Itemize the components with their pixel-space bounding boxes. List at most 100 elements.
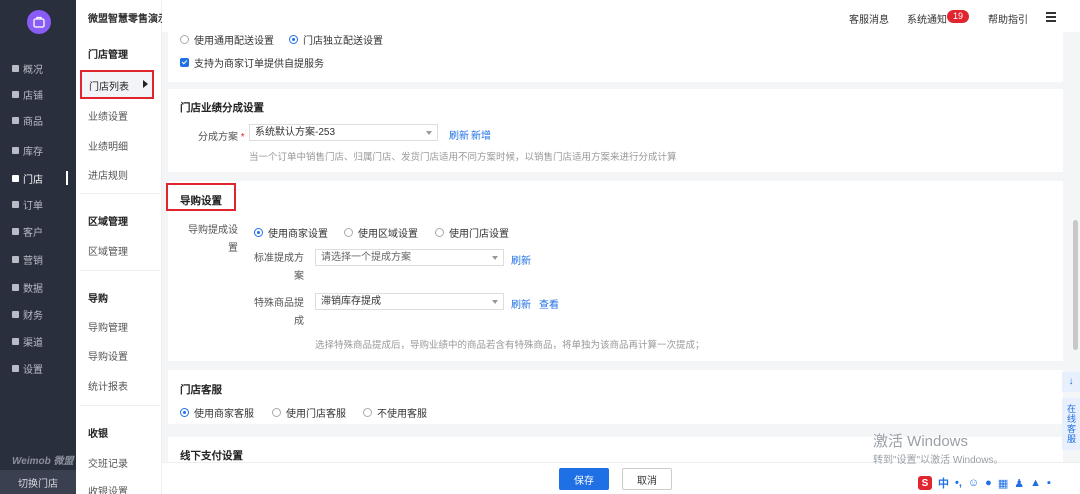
split-plan-label: 分成方案 * <box>198 132 245 143</box>
save-button[interactable]: 保存 <box>559 468 609 490</box>
special-commission-label: 特殊商品提成 <box>254 298 304 327</box>
subnav-item-perf-detail[interactable]: 业绩明细 <box>88 138 128 153</box>
brand-logo: Weimob 微盟 <box>12 456 74 467</box>
nav-item-overview[interactable]: 概况 <box>12 61 43 76</box>
subnav-divider <box>80 405 160 406</box>
chevron-down-icon <box>426 131 432 135</box>
main-nav: 概况 店铺 商品 库存 门店 订单 客户 营销 数据 财务 渠道 设置 Weim… <box>0 0 76 494</box>
perf-split-card: 门店业绩分成设置 分成方案 * 系统默认方案-253 刷新 新增 当一个订单中销… <box>168 89 1063 172</box>
nav-item-data[interactable]: 数据 <box>12 280 43 295</box>
user-icon[interactable]: ♟ <box>1014 477 1024 490</box>
customers-icon <box>12 227 19 235</box>
split-refresh-link[interactable]: 刷新 <box>449 127 469 142</box>
nav-item-channels[interactable]: 渠道 <box>12 334 43 349</box>
nav-item-settings[interactable]: 设置 <box>12 361 43 376</box>
nav-active-indicator <box>66 171 68 185</box>
radio-no-service[interactable]: 不使用客服 <box>363 405 427 420</box>
chevron-down-icon <box>492 256 498 260</box>
nav-item-finance[interactable]: 财务 <box>12 307 43 322</box>
grid-icon[interactable]: ▪ <box>1047 477 1051 489</box>
settings-icon <box>12 364 19 372</box>
subnav-group-guide: 导购 <box>88 294 108 305</box>
std-commission-select[interactable]: 请选择一个提成方案 <box>315 249 504 266</box>
data-icon <box>12 283 19 291</box>
std-commission-label: 标准提成方案 <box>254 253 304 282</box>
nav-item-store[interactable]: 门店 <box>12 171 43 186</box>
system-tray: S 中 •, ☺ ● ▦ ♟ ▲ ▪ <box>918 474 1051 492</box>
online-service-button[interactable]: 在线客服 <box>1062 398 1080 450</box>
system-notice-link[interactable]: 系统通知 <box>907 11 947 26</box>
notice-count-badge: 19 <box>947 10 970 23</box>
mic-icon[interactable]: ● <box>985 477 992 489</box>
subnav-item-store-list[interactable]: 门店列表 <box>80 70 154 99</box>
radio-store-delivery[interactable]: 门店独立配送设置 <box>289 32 383 47</box>
nav-item-marketing[interactable]: 营销 <box>12 252 43 267</box>
switch-store-button[interactable]: 切换门店 <box>0 470 76 494</box>
split-hint: 当一个订单中销售门店、归属门店、发货门店适用不同方案时候，以销售门店适用方案来进… <box>249 152 677 163</box>
chevron-down-icon <box>492 300 498 304</box>
skin-icon[interactable]: ▲ <box>1030 477 1041 489</box>
menu-icon[interactable] <box>1046 12 1056 24</box>
subnav-item-entry-rules[interactable]: 进店规则 <box>88 167 128 182</box>
split-add-link[interactable]: 新增 <box>471 127 491 142</box>
store-service-card: 门店客服 使用商家客服 使用门店客服 不使用客服 <box>168 370 1063 424</box>
std-refresh-link[interactable]: 刷新 <box>511 252 531 267</box>
ime-lang[interactable]: 中 <box>938 475 949 491</box>
marketing-icon <box>12 255 19 263</box>
guide-settings-card: 导购设置 导购提成设置 使用商家设置 使用区域设置 使用门店设置 标准提成方案 … <box>168 181 1063 361</box>
subnav-item-guide-settings[interactable]: 导购设置 <box>88 348 128 363</box>
nav-item-orders[interactable]: 订单 <box>12 197 43 212</box>
nav-item-goods[interactable]: 商品 <box>12 113 43 128</box>
finance-icon <box>12 310 19 318</box>
highlight-box <box>166 183 236 211</box>
nav-item-inventory[interactable]: 库存 <box>12 143 43 158</box>
radio-merchant-setting[interactable]: 使用商家设置 <box>254 225 328 240</box>
special-refresh-link[interactable]: 刷新 <box>511 296 531 311</box>
nav-item-shop[interactable]: 店铺 <box>12 87 43 102</box>
help-guide-link[interactable]: 帮助指引 <box>988 11 1028 26</box>
ime-icon[interactable]: S <box>918 476 932 490</box>
main-content: 使用通用配送设置 门店独立配送设置 支持为商家订单提供自提服务 门店业绩分成设置… <box>162 32 1080 462</box>
store-icon <box>12 174 19 182</box>
download-icon[interactable]: ↓ <box>1062 372 1080 392</box>
subnav-item-perf-settings[interactable]: 业绩设置 <box>88 108 128 123</box>
shop-icon <box>12 90 19 98</box>
emoji-icon[interactable]: ☺ <box>968 477 979 489</box>
commission-label: 导购提成设置 <box>188 225 238 254</box>
radio-area-setting[interactable]: 使用区域设置 <box>344 225 418 240</box>
subnav-group-store-mgmt: 门店管理 <box>88 50 128 61</box>
radio-general-delivery[interactable]: 使用通用配送设置 <box>180 32 274 47</box>
channels-icon <box>12 337 19 345</box>
subnav-item-stats-report[interactable]: 统计报表 <box>88 378 128 393</box>
subnav-item-guide-manage[interactable]: 导购管理 <box>88 319 128 334</box>
keyboard-icon[interactable]: ▦ <box>998 477 1008 490</box>
special-view-link[interactable]: 查看 <box>539 296 559 311</box>
special-commission-select[interactable]: 滞销库存提成 <box>315 293 504 310</box>
scrollbar[interactable] <box>1073 220 1078 350</box>
self-pickup-checkbox[interactable]: 支持为商家订单提供自提服务 <box>180 55 324 70</box>
orders-icon <box>12 200 19 208</box>
triangle-right-icon <box>143 80 148 88</box>
subnav-divider <box>80 193 160 194</box>
goods-icon <box>12 116 19 124</box>
subnav-item-area-manage[interactable]: 区域管理 <box>88 243 128 258</box>
radio-store-service[interactable]: 使用门店客服 <box>272 405 346 420</box>
split-plan-select[interactable]: 系统默认方案-253 <box>249 124 438 141</box>
store-service-title: 门店客服 <box>180 384 222 396</box>
subnav-group-cashier: 收银 <box>88 429 108 440</box>
customer-message-link[interactable]: 客服消息 <box>849 11 889 26</box>
subnav-item-shift-records[interactable]: 交班记录 <box>88 455 128 470</box>
subnav-group-area-mgmt: 区域管理 <box>88 217 128 228</box>
subnav-divider <box>80 270 160 271</box>
inventory-icon <box>12 146 19 154</box>
app-logo-icon[interactable] <box>27 10 51 34</box>
perf-split-title: 门店业绩分成设置 <box>180 102 264 114</box>
nav-item-customers[interactable]: 客户 <box>12 224 43 239</box>
offline-pay-title: 线下支付设置 <box>180 450 243 462</box>
punctuation-icon[interactable]: •, <box>955 477 962 489</box>
windows-activation-watermark: 激活 Windows <box>873 433 969 450</box>
radio-merchant-service[interactable]: 使用商家客服 <box>180 405 254 420</box>
radio-store-setting[interactable]: 使用门店设置 <box>435 225 509 240</box>
cancel-button[interactable]: 取消 <box>622 468 672 490</box>
subnav-item-cashier-settings[interactable]: 收银设置 <box>88 483 128 494</box>
